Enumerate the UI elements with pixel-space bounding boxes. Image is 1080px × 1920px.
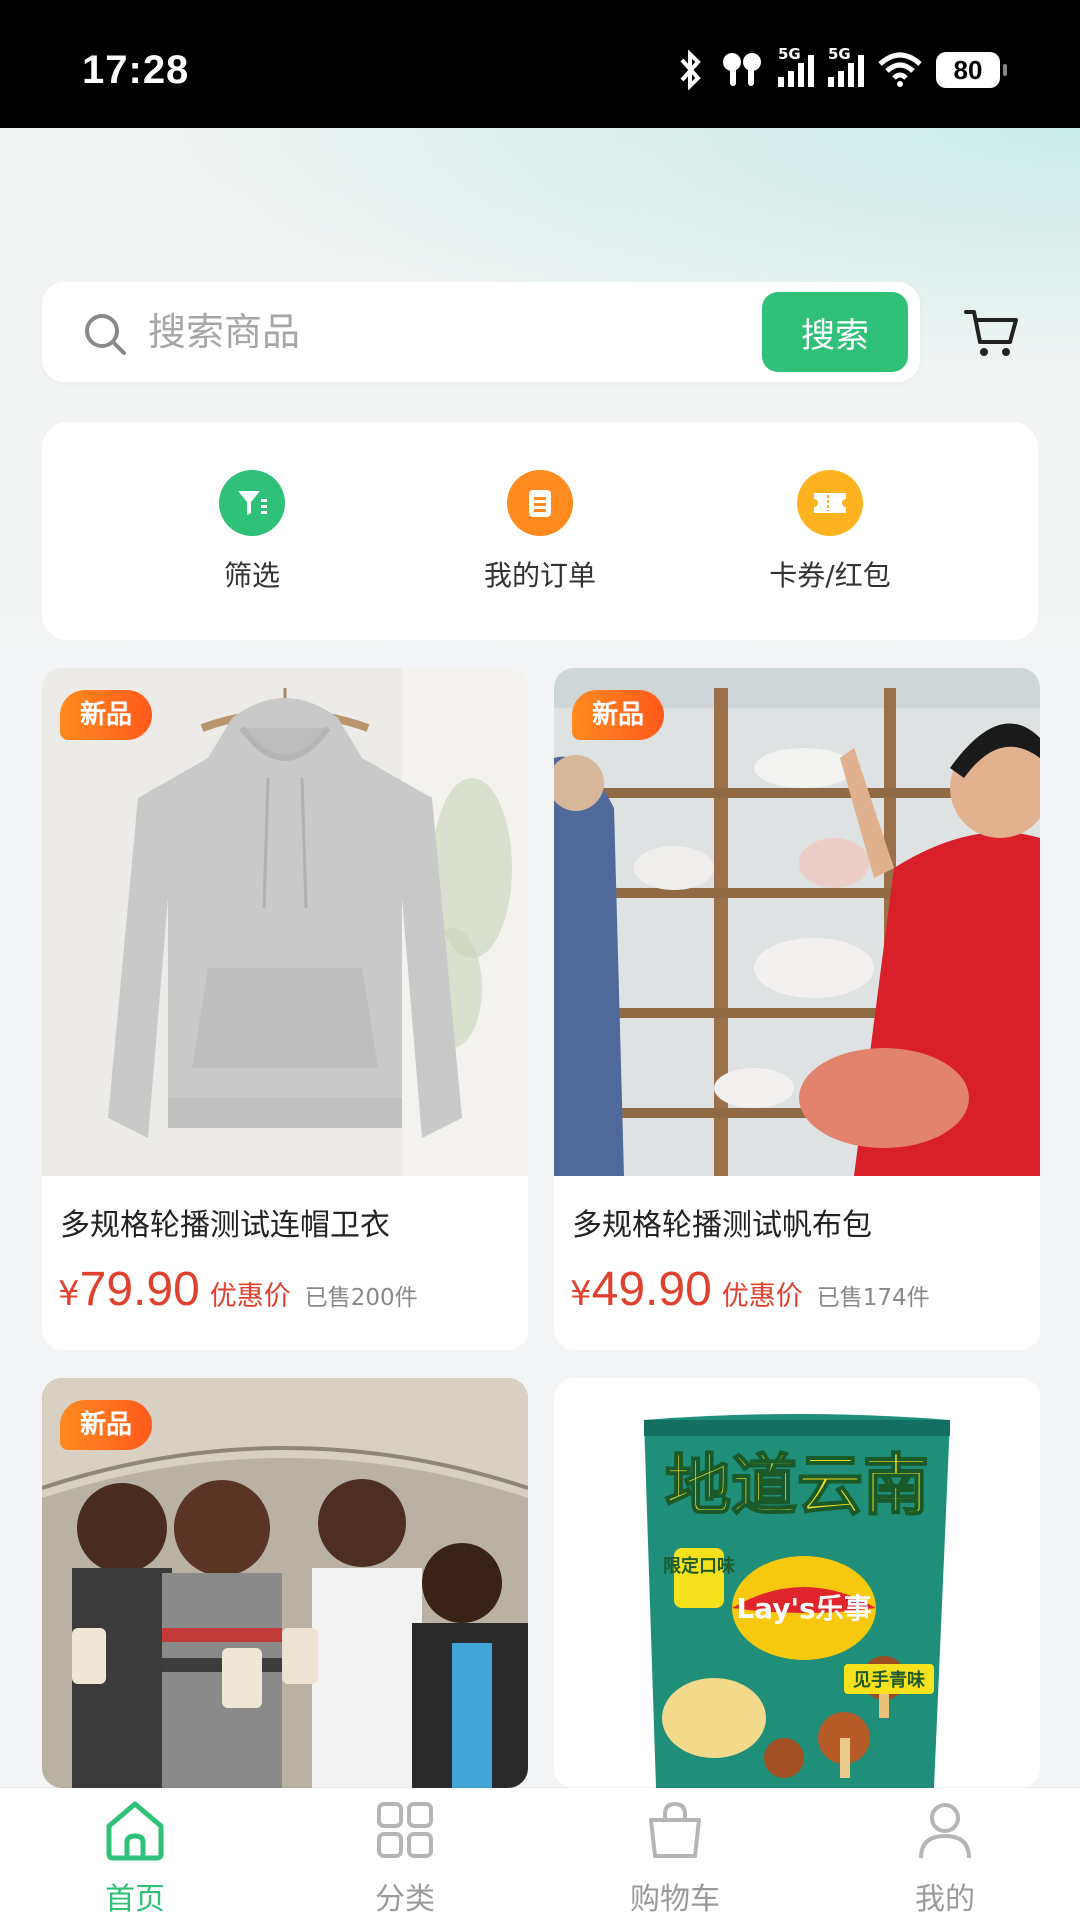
quick-action-filter[interactable]: 筛选 <box>132 470 372 594</box>
nav-label: 我的 <box>915 1882 975 1917</box>
product-image-hoodie[interactable]: 新品 <box>42 668 528 1176</box>
nav-tab-category[interactable]: 分类 <box>305 1798 505 1918</box>
nav-label: 购物车 <box>630 1882 720 1917</box>
product-card[interactable]: 地道云南 Lay's乐事 限定口味 见手青味 <box>554 1378 1040 1788</box>
search-icon <box>85 314 126 355</box>
price-currency: ¥ <box>570 1274 592 1314</box>
search-button[interactable]: 搜索 <box>762 292 908 372</box>
product-title: 多规格轮播测试帆布包 <box>572 1208 872 1243</box>
wifi-icon <box>878 52 922 87</box>
profile-icon <box>919 1803 971 1859</box>
nav-label: 首页 <box>105 1882 165 1917</box>
battery-icon: 80 <box>936 52 1007 88</box>
quick-action-orders[interactable]: 我的订单 <box>420 470 660 594</box>
price-tag: 优惠价 <box>721 1281 803 1312</box>
sold-count: 已售200件 <box>304 1285 418 1311</box>
search-input[interactable] <box>148 300 648 364</box>
nav-label: 分类 <box>375 1882 435 1917</box>
price-value: 79.90 <box>79 1263 200 1316</box>
status-time: 17:28 <box>82 48 190 92</box>
chips-brand-text: Lay's乐事 <box>736 1592 871 1625</box>
bluetooth-icon <box>680 50 701 90</box>
price-value: 49.90 <box>591 1263 712 1316</box>
chips-flavor-text: 见手青味 <box>853 1669 925 1691</box>
signal-icon: 5G <box>778 45 814 87</box>
quick-actions-panel: 筛选 我的订单 卡券/红包 <box>42 422 1038 640</box>
nav-tab-profile[interactable]: 我的 <box>845 1798 1045 1918</box>
search-bar: 搜索 <box>42 282 920 382</box>
order-list-icon <box>507 470 573 536</box>
price-row: ¥ 79.90 优惠价 已售200件 <box>58 1262 418 1317</box>
sold-count: 已售174件 <box>816 1285 930 1311</box>
filter-icon <box>219 470 285 536</box>
price-currency: ¥ <box>58 1274 80 1314</box>
nav-tab-cart[interactable]: 购物车 <box>575 1798 775 1918</box>
bottom-nav: 首页 分类 购物车 我的 <box>0 1788 1080 1920</box>
nav-tab-home[interactable]: 首页 <box>35 1798 235 1918</box>
signal-icon-2: 5G <box>828 45 864 87</box>
product-image-chips[interactable]: 地道云南 Lay's乐事 限定口味 见手青味 <box>554 1378 1040 1788</box>
chips-headline-text: 地道云南 <box>665 1447 929 1524</box>
product-title: 多规格轮播测试连帽卫衣 <box>60 1208 390 1243</box>
product-card[interactable]: 新品 多规格轮播测试连帽卫衣 ¥ 79.90 优惠价 已售200件 <box>42 668 528 1350</box>
new-badge: 新品 <box>60 690 153 740</box>
price-row: ¥ 49.90 优惠价 已售174件 <box>570 1262 930 1317</box>
new-badge: 新品 <box>60 1400 153 1450</box>
quick-action-coupons[interactable]: 卡券/红包 <box>710 470 950 594</box>
quick-action-label: 我的订单 <box>483 559 596 592</box>
price-tag: 优惠价 <box>209 1281 291 1312</box>
chips-limited-text: 限定口味 <box>663 1555 735 1577</box>
home-icon <box>106 1801 164 1861</box>
product-card[interactable]: 新品 多规格轮播测试帆布包 ¥ 49.90 优惠价 已售174件 <box>554 668 1040 1350</box>
coupon-icon <box>797 470 863 536</box>
earbuds-icon <box>723 53 761 86</box>
product-image-children[interactable]: 新品 <box>42 1378 528 1788</box>
shopping-bag-icon <box>649 1801 701 1858</box>
quick-action-label: 卡券/红包 <box>769 559 891 592</box>
category-icon <box>377 1802 433 1858</box>
status-bar: 17:28 5G 5G 80 <box>0 0 1080 128</box>
status-icons: 5G 5G 80 <box>676 45 1007 90</box>
product-card[interactable]: 新品 <box>42 1378 528 1788</box>
header-background <box>0 128 1080 428</box>
new-badge: 新品 <box>572 690 665 740</box>
quick-action-label: 筛选 <box>223 559 280 592</box>
product-image-coral[interactable]: 新品 <box>554 668 1040 1176</box>
cart-icon[interactable] <box>962 302 1022 362</box>
